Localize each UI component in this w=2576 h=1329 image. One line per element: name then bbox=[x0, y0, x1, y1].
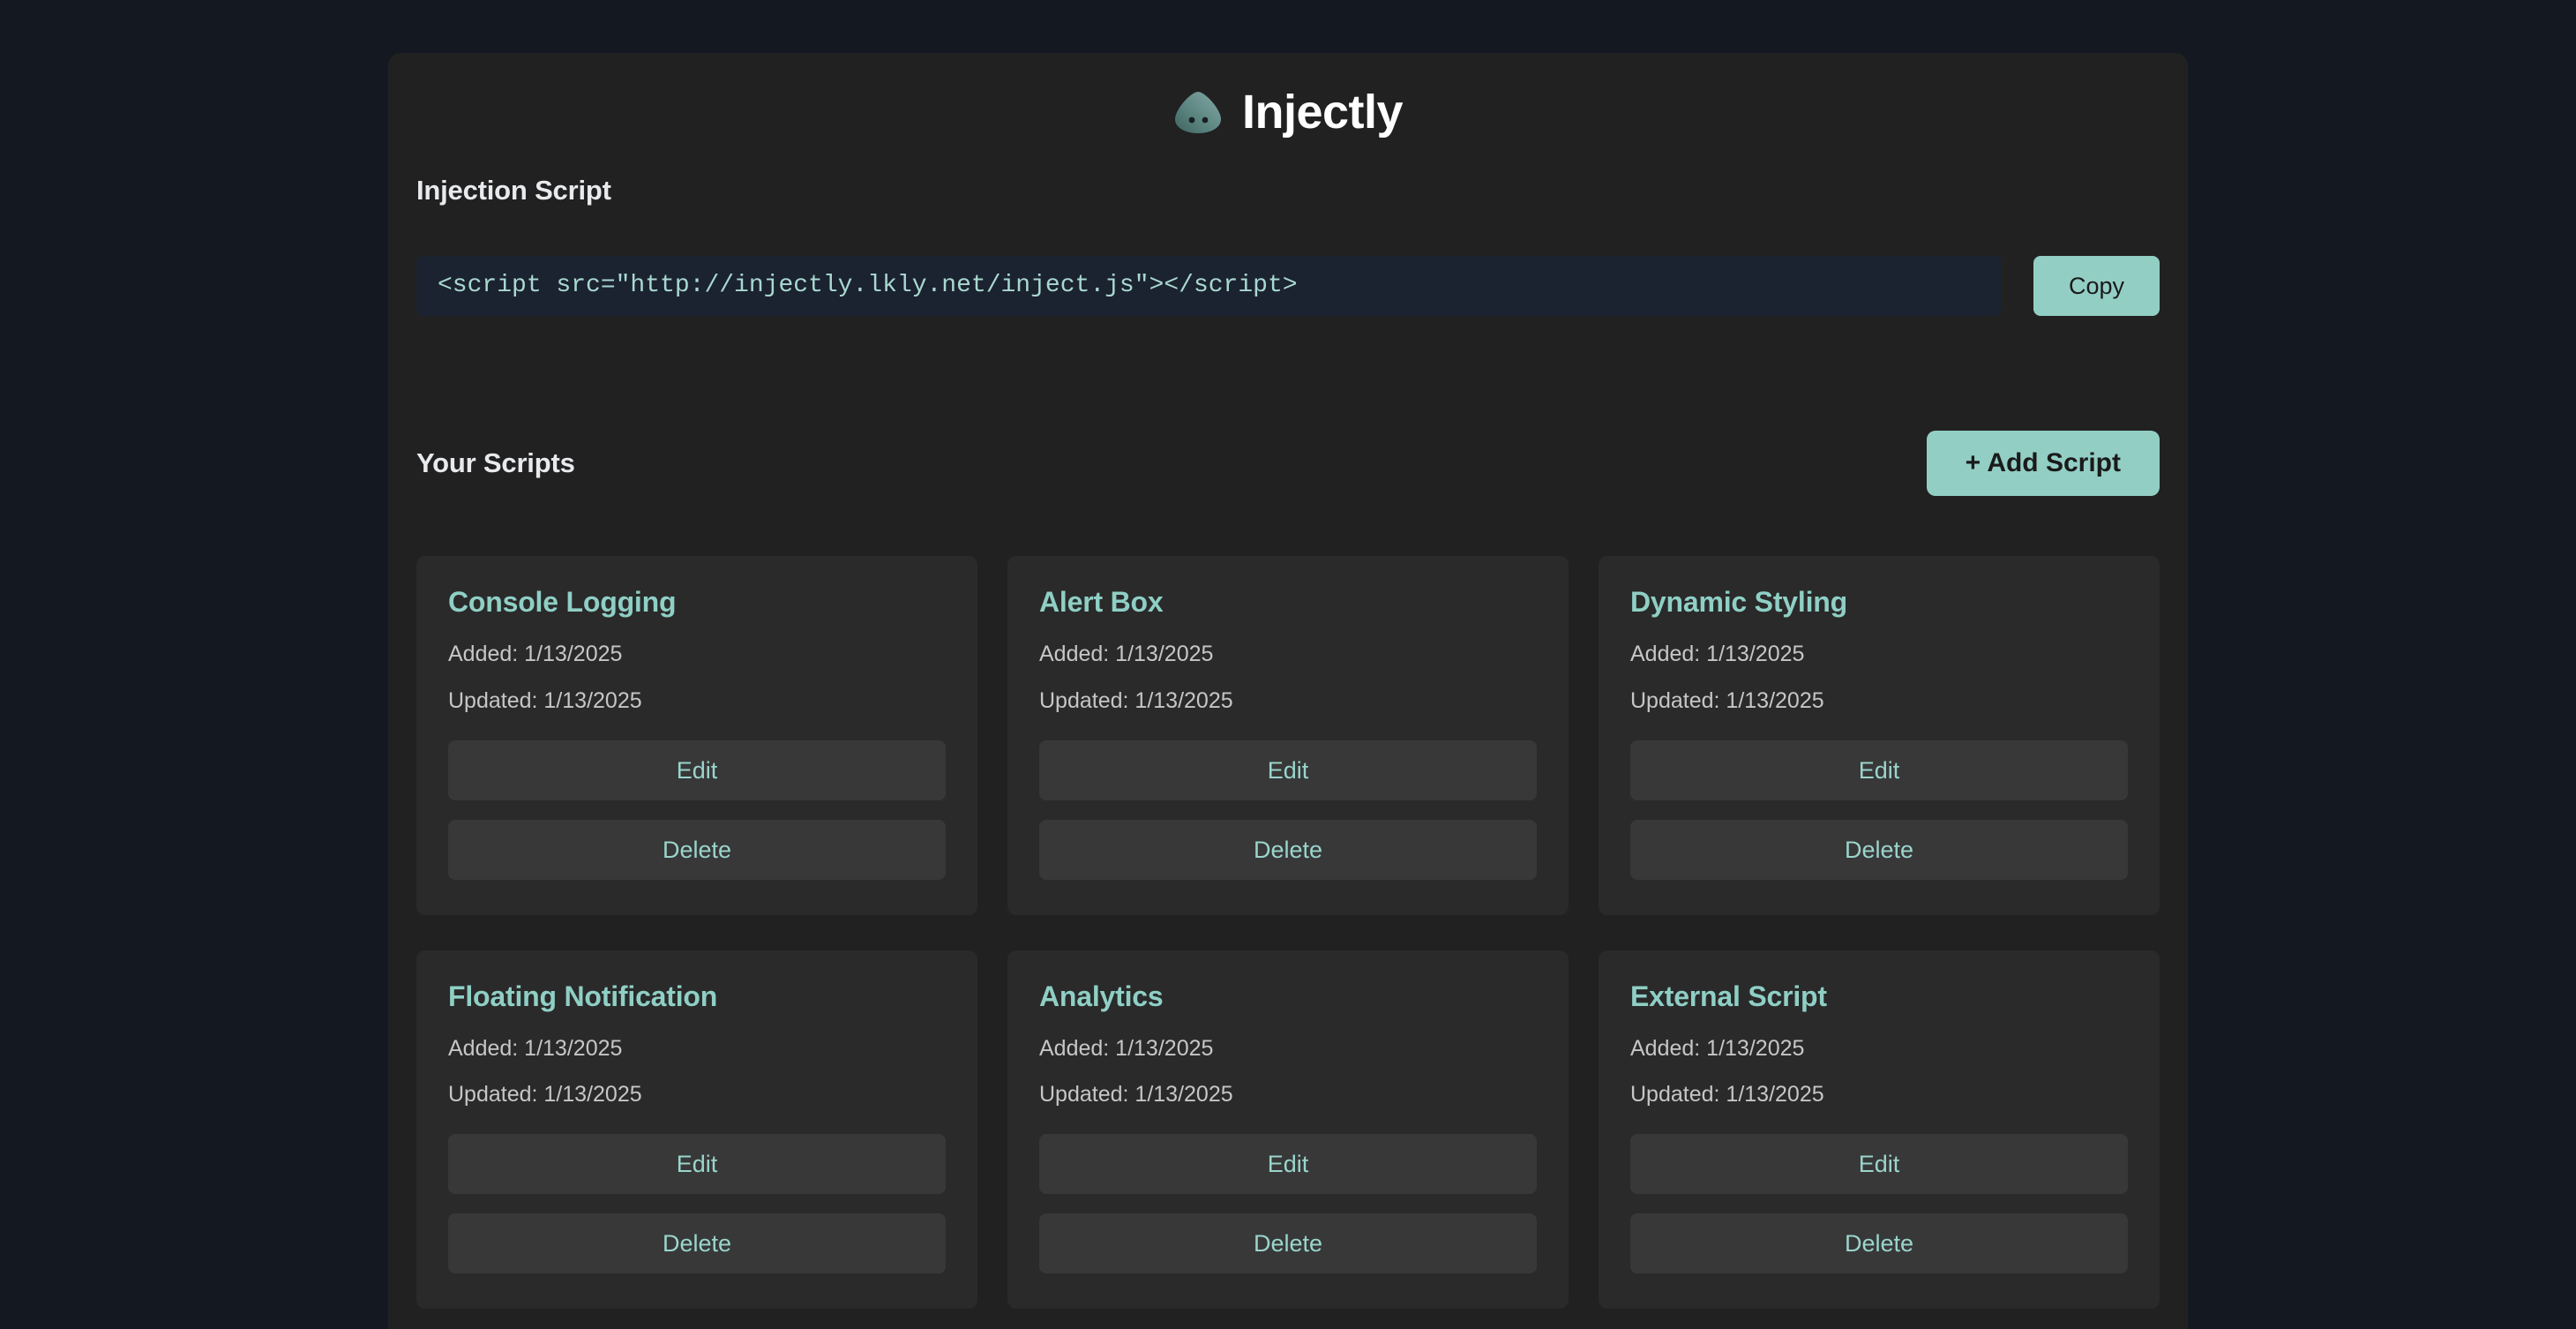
edit-script-button[interactable]: Edit bbox=[1630, 740, 2128, 800]
script-card-title: Analytics bbox=[1039, 980, 1164, 1012]
injection-script-row: <script src="http://injectly.lkly.net/in… bbox=[416, 256, 2160, 316]
delete-script-button[interactable]: Delete bbox=[1039, 1213, 1537, 1273]
edit-script-button[interactable]: Edit bbox=[1630, 1134, 2128, 1194]
app-header: Injectly bbox=[388, 53, 2188, 143]
edit-script-button[interactable]: Edit bbox=[1039, 1134, 1537, 1194]
scripts-grid: Console Logging Added: 1/13/2025 Updated… bbox=[416, 556, 2160, 1309]
delete-script-button[interactable]: Delete bbox=[1039, 819, 1537, 880]
script-card-added: Added: 1/13/2025 bbox=[448, 642, 623, 666]
script-card-added: Added: 1/13/2025 bbox=[1630, 1035, 1805, 1061]
app-title: Injectly bbox=[1241, 86, 1404, 139]
script-card-title: Console Logging bbox=[448, 586, 677, 618]
script-card: Alert Box Added: 1/13/2025 Updated: 1/13… bbox=[1007, 556, 1569, 915]
edit-script-button[interactable]: Edit bbox=[1039, 740, 1537, 800]
delete-script-button[interactable]: Delete bbox=[448, 819, 946, 880]
edit-script-button[interactable]: Edit bbox=[448, 1134, 946, 1194]
copy-button[interactable]: Copy bbox=[2033, 256, 2160, 316]
script-card-added: Added: 1/13/2025 bbox=[1630, 642, 1805, 666]
injection-script-heading: Injection Script bbox=[416, 175, 611, 206]
script-card-updated: Updated: 1/13/2025 bbox=[1630, 1082, 1824, 1108]
delete-script-button[interactable]: Delete bbox=[1630, 1213, 2128, 1273]
script-card: Dynamic Styling Added: 1/13/2025 Updated… bbox=[1599, 556, 2160, 915]
script-card-title: Floating Notification bbox=[448, 980, 718, 1012]
script-card: Console Logging Added: 1/13/2025 Updated… bbox=[416, 556, 977, 915]
script-card: External Script Added: 1/13/2025 Updated… bbox=[1599, 950, 2160, 1309]
your-scripts-header: Your Scripts + Add Script bbox=[416, 431, 2160, 496]
script-card-title: Dynamic Styling bbox=[1630, 586, 1847, 618]
script-card-added: Added: 1/13/2025 bbox=[1039, 642, 1214, 666]
script-card-updated: Updated: 1/13/2025 bbox=[1039, 1082, 1233, 1108]
script-card-added: Added: 1/13/2025 bbox=[1039, 1035, 1214, 1061]
script-card-title: External Script bbox=[1630, 980, 1827, 1012]
script-card-added: Added: 1/13/2025 bbox=[448, 1035, 623, 1061]
script-card-updated: Updated: 1/13/2025 bbox=[448, 1082, 642, 1108]
script-card: Analytics Added: 1/13/2025 Updated: 1/13… bbox=[1007, 950, 1569, 1309]
script-card-title: Alert Box bbox=[1039, 586, 1164, 618]
blob-mascot-icon bbox=[1174, 92, 1221, 133]
delete-script-button[interactable]: Delete bbox=[448, 1213, 946, 1273]
script-card-updated: Updated: 1/13/2025 bbox=[448, 687, 642, 713]
main-panel: Injectly Injection Script <script src="h… bbox=[388, 53, 2188, 1329]
injection-script-code-field[interactable]: <script src="http://injectly.lkly.net/in… bbox=[416, 256, 2002, 316]
script-card-updated: Updated: 1/13/2025 bbox=[1630, 687, 1824, 713]
your-scripts-heading: Your Scripts bbox=[416, 447, 575, 478]
add-script-button[interactable]: + Add Script bbox=[1926, 431, 2160, 496]
script-card: Floating Notification Added: 1/13/2025 U… bbox=[416, 950, 977, 1309]
delete-script-button[interactable]: Delete bbox=[1630, 819, 2128, 880]
script-card-updated: Updated: 1/13/2025 bbox=[1039, 687, 1233, 713]
edit-script-button[interactable]: Edit bbox=[448, 740, 946, 800]
app-root: Injectly Injection Script <script src="h… bbox=[0, 0, 2576, 1329]
